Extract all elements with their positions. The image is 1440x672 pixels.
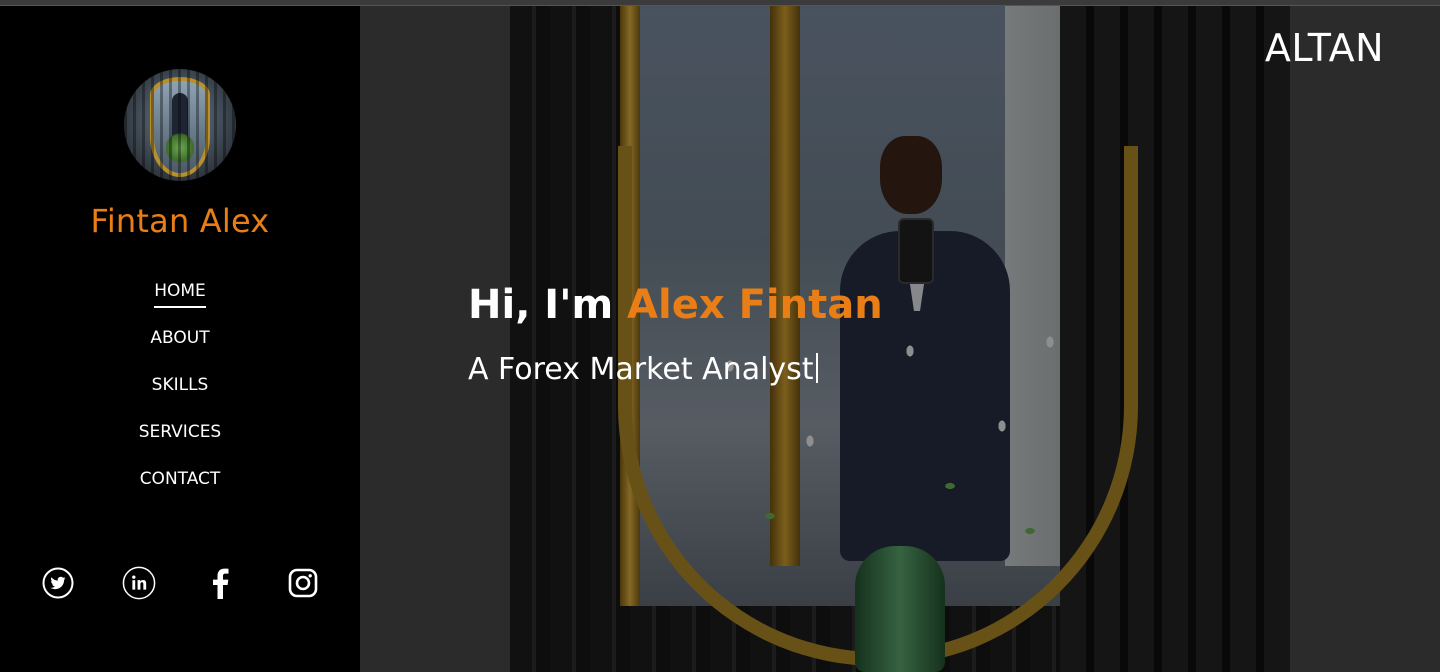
nav-item-contact[interactable]: CONTACT	[0, 466, 360, 513]
sidebar-nav: HOME ABOUT SKILLS SERVICES CONTACT	[0, 278, 360, 513]
hero-background-photo	[510, 6, 1290, 672]
typing-cursor	[815, 353, 818, 383]
nav-item-label: SERVICES	[138, 422, 222, 442]
facebook-icon[interactable]	[203, 566, 237, 600]
hero-tagline-row: A Forex Market Analyst	[468, 352, 818, 387]
hero-section: ALTAN Hi, I'm Alex Fintan A Forex Market…	[360, 6, 1440, 672]
hero-headline: Hi, I'm Alex Fintan	[468, 282, 883, 328]
avatar	[124, 69, 236, 181]
avatar-stripes	[124, 69, 236, 181]
nav-item-label: SKILLS	[151, 375, 209, 395]
greeting-prefix: Hi, I'm	[468, 282, 628, 328]
instagram-icon[interactable]	[286, 566, 320, 600]
linkedin-icon[interactable]	[122, 566, 156, 600]
profile-name: Fintan Alex	[90, 202, 270, 240]
sidebar: Fintan Alex HOME ABOUT SKILLS SERVICES C…	[0, 6, 360, 672]
nav-item-label: HOME	[154, 278, 206, 308]
hero-tagline: A Forex Market Analyst	[468, 352, 814, 387]
brand-logo[interactable]: ALTAN	[1265, 26, 1384, 70]
nav-item-services[interactable]: SERVICES	[0, 419, 360, 466]
nav-item-label: CONTACT	[139, 469, 221, 489]
twitter-icon[interactable]	[41, 566, 75, 600]
nav-item-label: ABOUT	[150, 328, 210, 348]
nav-item-home[interactable]: HOME	[0, 278, 360, 325]
social-links	[0, 566, 360, 600]
photo-dim-overlay	[510, 6, 1290, 672]
nav-item-about[interactable]: ABOUT	[0, 325, 360, 372]
greeting-name: Alex Fintan	[627, 282, 883, 328]
nav-item-skills[interactable]: SKILLS	[0, 372, 360, 419]
